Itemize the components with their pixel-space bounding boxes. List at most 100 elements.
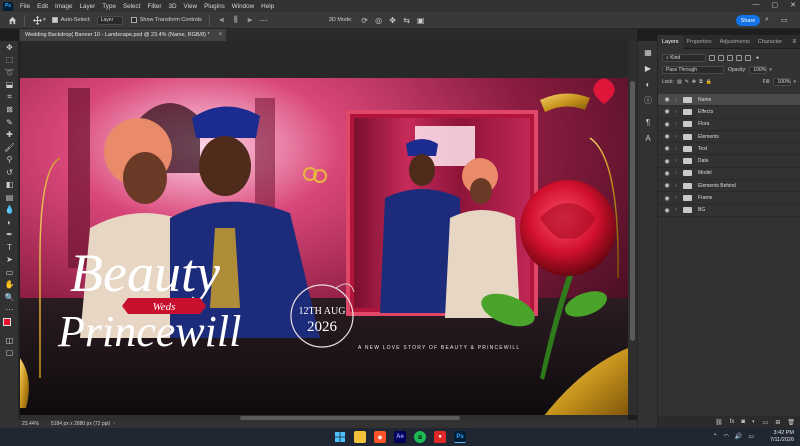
adjustments-panel-icon[interactable]: ◐ [638,76,658,92]
tab-adjustments[interactable]: Adjustments [716,35,754,49]
menu-plugins[interactable]: Plugins [204,3,225,10]
layer-style-icon[interactable]: fx [730,419,735,425]
lock-image-icon[interactable]: ✎ [685,79,689,85]
lock-artboard-icon[interactable]: ⧉ [699,79,703,85]
rectangle-tool-icon[interactable]: ▭ [0,266,19,279]
scrollbar-thumb[interactable] [630,81,635,341]
menu-image[interactable]: Image [55,3,73,10]
expand-chevron-icon[interactable]: › [675,183,683,189]
move-tool-icon[interactable]: ✥ [0,41,19,54]
gradient-tool-icon[interactable]: ▤ [0,191,19,204]
3d-roll-icon[interactable]: ◎ [374,15,384,25]
marquee-tool-icon[interactable]: ⬚ [0,54,19,67]
align-right-icon[interactable]: ⫸ [245,15,255,25]
layer-row-date[interactable]: ◉ › Date [658,155,800,168]
expand-chevron-icon[interactable]: › [675,146,683,152]
file-explorer-icon[interactable] [354,431,366,443]
windows-start-icon[interactable] [334,431,346,443]
layer-row-flora[interactable]: ◉ › Flora [658,119,800,131]
color-swatches[interactable] [0,316,19,334]
zoom-tool-icon[interactable]: 🔍 [0,291,19,304]
menu-select[interactable]: Select [123,3,141,10]
panel-menu-icon[interactable]: ≡ [792,39,796,45]
close-window-button[interactable]: ✕ [790,1,796,9]
lock-transparency-icon[interactable]: ▨ [677,79,682,85]
expand-chevron-icon[interactable]: › [675,170,683,176]
screen-recorder-icon[interactable]: ● [434,431,446,443]
dodge-tool-icon[interactable]: ◐ [0,216,19,229]
maximize-button[interactable]: ▢ [772,1,779,9]
auto-select-checkbox[interactable] [51,17,58,23]
foreground-color-swatch[interactable] [3,318,11,326]
fill-input[interactable]: 100% [773,78,792,86]
visibility-eye-icon[interactable]: ◉ [662,145,672,152]
menu-filter[interactable]: Filter [147,3,161,10]
blend-mode-dropdown[interactable]: Pass Through [662,66,724,74]
new-layer-icon[interactable]: ⊞ [775,419,780,426]
pixel-filter-icon[interactable] [709,55,715,61]
show-transform-checkbox[interactable] [130,17,137,23]
wifi-icon[interactable]: ◠ [724,433,729,440]
tray-expand-icon[interactable]: ⌃ [713,433,718,440]
shape-filter-icon[interactable] [736,55,742,61]
chevron-down-icon[interactable]: ▾ [769,67,772,73]
lock-all-icon[interactable]: 🔒 [706,79,712,85]
3d-rotate-icon[interactable]: ⟳ [360,15,370,25]
layer-row-elements-behind[interactable]: ◉ › Elements Behind [658,180,800,193]
canvas-area[interactable]: 12TH AUG 2026 Beauty Weds Princewill A N… [20,41,628,421]
after-effects-icon[interactable]: Ae [394,431,406,443]
layer-row-effects[interactable]: ◉ › Effects [658,106,800,119]
object-selection-tool-icon[interactable]: ⬓ [0,79,19,92]
type-filter-icon[interactable] [727,55,733,61]
tab-properties[interactable]: Properties [683,35,716,49]
eraser-tool-icon[interactable]: ◧ [0,179,19,192]
more-options-icon[interactable]: ⋯ [259,15,269,25]
smart-object-filter-icon[interactable] [745,55,751,61]
layer-row-name[interactable]: ◉ › Name [658,94,800,107]
3d-pan-icon[interactable]: ✥ [388,15,398,25]
menu-help[interactable]: Help [261,3,274,10]
visibility-eye-icon[interactable]: ◉ [662,108,672,115]
vertical-scrollbar[interactable] [628,41,637,415]
expand-chevron-icon[interactable]: › [675,207,683,213]
menu-edit[interactable]: Edit [37,3,48,10]
layer-row-text[interactable]: ◉ › Text [658,143,800,156]
expand-chevron-icon[interactable]: › [675,195,683,201]
minimize-button[interactable]: — [753,1,760,9]
adjustment-filter-icon[interactable] [718,55,724,61]
visibility-eye-icon[interactable]: ◉ [662,96,672,103]
menu-view[interactable]: View [184,3,198,10]
path-selection-tool-icon[interactable]: ➤ [0,254,19,267]
actions-panel-icon[interactable]: ▶ [638,60,658,76]
visibility-eye-icon[interactable]: ◉ [662,133,672,140]
3d-slide-icon[interactable]: ⇆ [402,15,412,25]
visibility-eye-icon[interactable]: ◉ [662,170,672,177]
frame-tool-icon[interactable]: ⊠ [0,104,19,117]
lock-position-icon[interactable]: ✥ [692,79,696,85]
move-tool-icon[interactable] [32,15,42,25]
info-panel-icon[interactable]: ⓘ [638,92,658,108]
menu-file[interactable]: File [20,3,30,10]
volume-icon[interactable]: 🔊 [735,433,742,440]
history-brush-tool-icon[interactable]: ↺ [0,166,19,179]
close-tab-icon[interactable]: × [218,32,222,38]
photoshop-taskbar-icon[interactable]: Ps [454,431,466,443]
character-panel-icon[interactable]: A [638,130,658,146]
pen-tool-icon[interactable]: ✒ [0,229,19,242]
tab-character[interactable]: Character [754,35,786,49]
quick-mask-icon[interactable]: ◫ [0,334,19,347]
chevron-down-icon[interactable]: ▾ [43,17,46,23]
blur-tool-icon[interactable]: 💧 [0,204,19,217]
menu-layer[interactable]: Layer [80,3,96,10]
expand-chevron-icon[interactable]: › [675,158,683,164]
chevron-down-icon[interactable]: ▾ [793,79,796,85]
tab-layers[interactable]: Layers [658,34,683,49]
eyedropper-tool-icon[interactable]: ✎ [0,116,19,129]
expand-chevron-icon[interactable]: › [675,109,683,115]
visibility-eye-icon[interactable]: ◉ [662,195,672,202]
paragraph-panel-icon[interactable]: ¶ [638,114,658,130]
auto-select-target-dropdown[interactable]: Layer [96,15,123,25]
brush-tool-icon[interactable]: 🖌 [0,141,19,154]
visibility-eye-icon[interactable]: ◉ [662,182,672,189]
expand-chevron-icon[interactable]: › [675,97,683,103]
